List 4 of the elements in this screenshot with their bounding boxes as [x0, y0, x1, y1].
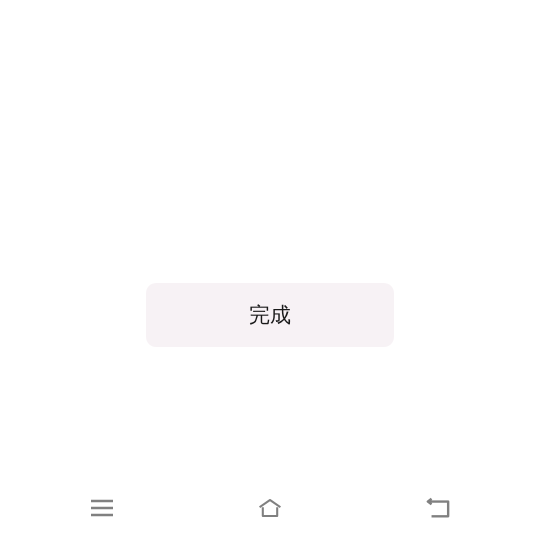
done-button[interactable]: 完成 [146, 283, 394, 347]
home-icon[interactable] [258, 496, 282, 520]
back-icon[interactable] [426, 497, 450, 519]
menu-icon[interactable] [90, 498, 114, 518]
